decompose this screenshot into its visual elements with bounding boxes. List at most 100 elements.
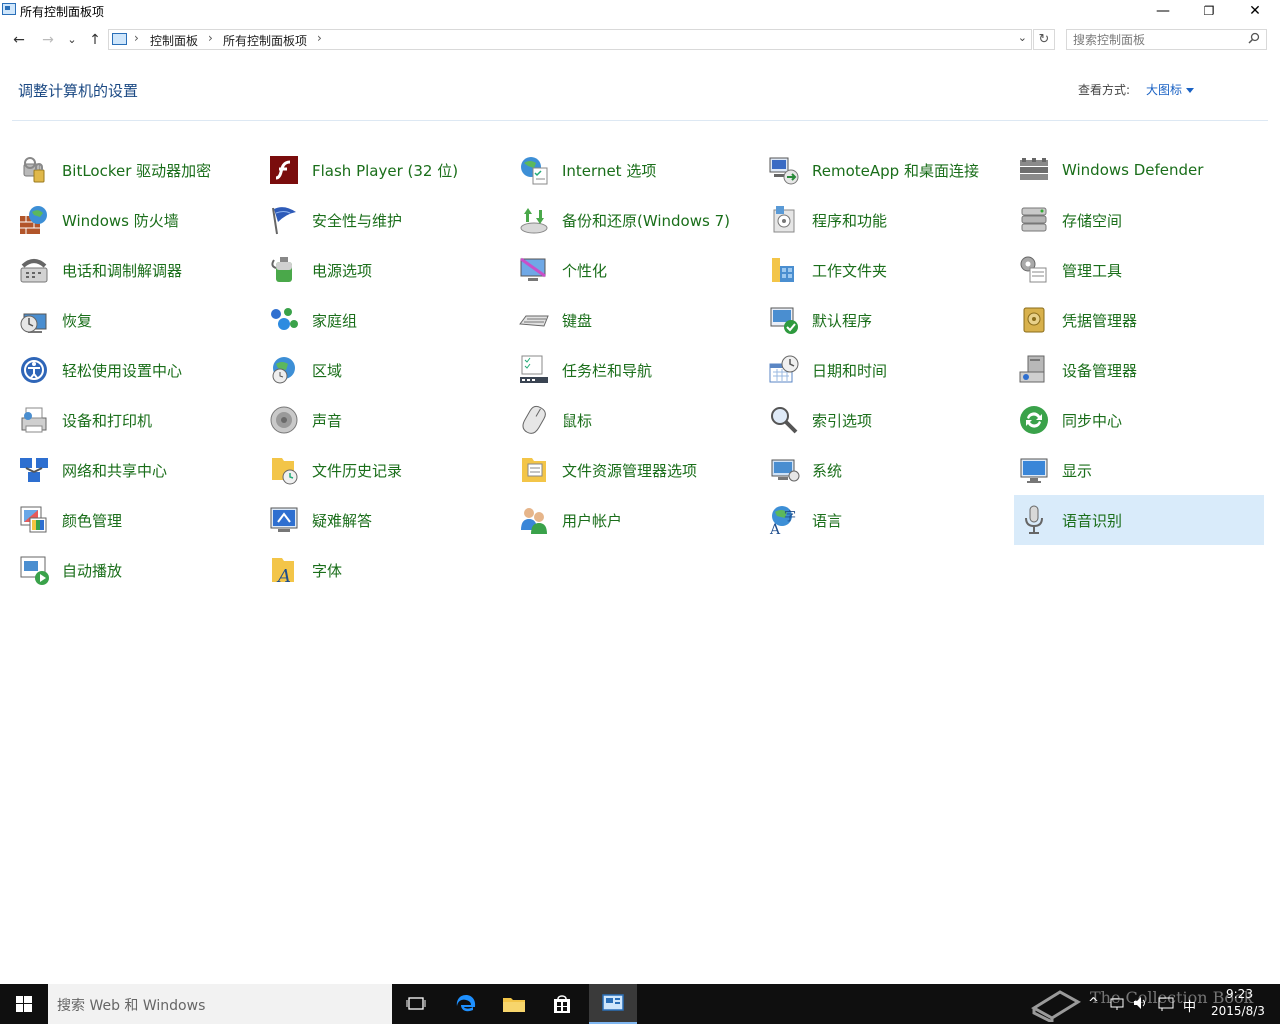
control-panel-item-label[interactable]: 凭据管理器 <box>1062 310 1137 331</box>
control-panel-item-label[interactable]: 文件历史记录 <box>312 460 402 481</box>
clock-time[interactable]: 9:23 <box>1226 987 1253 1001</box>
control-panel-item[interactable]: A 字体 <box>264 545 514 595</box>
control-panel-item[interactable]: 显示 <box>1014 445 1264 495</box>
address-dropdown-icon[interactable]: ⌄ <box>1018 31 1027 44</box>
color-management-icon[interactable] <box>18 504 50 536</box>
control-panel-item-label[interactable]: 系统 <box>812 460 842 481</box>
flash-player-icon[interactable] <box>268 154 300 186</box>
indexing-options-icon[interactable] <box>768 404 800 436</box>
search-icon[interactable] <box>1248 32 1260 47</box>
show-hidden-icons-icon[interactable]: ^ <box>1088 996 1099 1011</box>
devices-printers-icon[interactable] <box>18 404 50 436</box>
network-icon[interactable] <box>1110 998 1124 1010</box>
control-panel-item-label[interactable]: BitLocker 驱动器加密 <box>62 160 211 181</box>
control-panel-item[interactable]: 同步中心 <box>1014 395 1264 445</box>
control-panel-item-label[interactable]: 存储空间 <box>1062 210 1122 231</box>
control-panel-item[interactable]: 文件历史记录 <box>264 445 514 495</box>
control-panel-item-label[interactable]: 同步中心 <box>1062 410 1122 431</box>
control-panel-item-label[interactable]: 家庭组 <box>312 310 357 331</box>
admin-tools-icon[interactable] <box>1018 254 1050 286</box>
control-panel-item-label[interactable]: 自动播放 <box>62 560 122 581</box>
recovery-icon[interactable] <box>18 304 50 336</box>
control-panel-item-label[interactable]: Internet 选项 <box>562 160 656 181</box>
clock-date[interactable]: 2015/8/3 <box>1211 1004 1265 1018</box>
control-panel-taskbar-button[interactable] <box>589 984 637 1024</box>
control-panel-item-label[interactable]: 索引选项 <box>812 410 872 431</box>
edge-button[interactable] <box>442 984 490 1024</box>
remoteapp-icon[interactable] <box>768 154 800 186</box>
file-explorer-button[interactable] <box>490 984 538 1024</box>
control-panel-item[interactable]: 字 A 语言 <box>764 495 1014 545</box>
control-panel-item-label[interactable]: 语言 <box>812 510 842 531</box>
control-panel-item[interactable]: 设备管理器 <box>1014 345 1264 395</box>
control-panel-item[interactable]: 备份和还原(Windows 7) <box>514 195 764 245</box>
explorer-options-icon[interactable] <box>518 454 550 486</box>
control-panel-item-label[interactable]: 个性化 <box>562 260 607 281</box>
date-time-icon[interactable] <box>768 354 800 386</box>
firewall-icon[interactable] <box>18 204 50 236</box>
control-panel-item[interactable]: 存储空间 <box>1014 195 1264 245</box>
mouse-icon[interactable] <box>518 404 550 436</box>
control-panel-item-label[interactable]: Flash Player (32 位) <box>312 160 458 181</box>
control-panel-item[interactable]: 任务栏和导航 <box>514 345 764 395</box>
control-panel-item[interactable]: 网络和共享中心 <box>14 445 264 495</box>
control-panel-item[interactable]: 用户帐户 <box>514 495 764 545</box>
backup-icon[interactable] <box>518 204 550 236</box>
recent-locations-button[interactable]: ⌄ <box>62 30 82 50</box>
control-panel-item[interactable]: 索引选项 <box>764 395 1014 445</box>
store-bag-icon[interactable] <box>551 993 573 1015</box>
internet-options-icon[interactable] <box>518 154 550 186</box>
control-panel-item[interactable]: 电源选项 <box>264 245 514 295</box>
taskbar-navigation-icon[interactable] <box>518 354 550 386</box>
control-panel-item[interactable]: 安全性与维护 <box>264 195 514 245</box>
control-panel-item[interactable]: 疑难解答 <box>264 495 514 545</box>
control-panel-item-label[interactable]: 显示 <box>1062 460 1092 481</box>
power-options-icon[interactable] <box>268 254 300 286</box>
back-button[interactable]: ← <box>9 30 29 50</box>
control-panel-item[interactable]: Internet 选项 <box>514 145 764 195</box>
control-panel-item-label[interactable]: 颜色管理 <box>62 510 122 531</box>
volume-icon[interactable] <box>1133 996 1149 1010</box>
taskbar-search-placeholder[interactable]: 搜索 Web 和 Windows <box>57 995 205 1015</box>
control-panel-item-label[interactable]: 工作文件夹 <box>812 260 887 281</box>
control-panel-item[interactable]: RemoteApp 和桌面连接 <box>764 145 1014 195</box>
folder-icon[interactable] <box>502 994 526 1014</box>
breadcrumb-control-panel[interactable]: 控制面板 <box>150 32 198 49</box>
control-panel-item-label[interactable]: 网络和共享中心 <box>62 460 167 481</box>
control-panel-item-label[interactable]: 备份和还原(Windows 7) <box>562 210 730 231</box>
control-panel-icon[interactable] <box>601 993 625 1013</box>
speech-recognition-icon[interactable] <box>1018 504 1050 536</box>
control-panel-item-label[interactable]: Windows 防火墙 <box>62 210 179 231</box>
control-panel-item[interactable]: 颜色管理 <box>14 495 264 545</box>
control-panel-item-label[interactable]: RemoteApp 和桌面连接 <box>812 160 979 181</box>
control-panel-item-label[interactable]: 文件资源管理器选项 <box>562 460 697 481</box>
view-by-dropdown[interactable]: 大图标 <box>1146 81 1195 98</box>
storage-spaces-icon[interactable] <box>1018 204 1050 236</box>
control-panel-item[interactable]: 系统 <box>764 445 1014 495</box>
refresh-button[interactable]: ↻ <box>1033 29 1055 50</box>
control-panel-item[interactable]: 区域 <box>264 345 514 395</box>
keyboard-icon[interactable] <box>518 304 550 336</box>
action-center-icon[interactable] <box>1158 997 1174 1011</box>
control-panel-item-label[interactable]: 轻松使用设置中心 <box>62 360 182 381</box>
control-panel-item-label[interactable]: 语音识别 <box>1062 510 1122 531</box>
control-panel-item[interactable]: Flash Player (32 位) <box>264 145 514 195</box>
search-input[interactable] <box>1073 32 1243 47</box>
ease-of-access-icon[interactable] <box>18 354 50 386</box>
store-button[interactable] <box>538 984 586 1024</box>
homegroup-icon[interactable] <box>268 304 300 336</box>
start-button[interactable] <box>0 984 48 1024</box>
control-panel-item-label[interactable]: 疑难解答 <box>312 510 372 531</box>
control-panel-item-label[interactable]: 恢复 <box>62 310 92 331</box>
language-icon[interactable]: 字A <box>768 504 800 536</box>
control-panel-item-label[interactable]: 电话和调制解调器 <box>62 260 182 281</box>
phone-modem-icon[interactable] <box>18 254 50 286</box>
control-panel-item-label[interactable]: 设备和打印机 <box>62 410 152 431</box>
display-icon[interactable] <box>1018 454 1050 486</box>
control-panel-item-label[interactable]: Windows Defender <box>1062 161 1203 179</box>
control-panel-item-label[interactable]: 设备管理器 <box>1062 360 1137 381</box>
region-icon[interactable] <box>268 354 300 386</box>
control-panel-item[interactable]: Windows 防火墙 <box>14 195 264 245</box>
control-panel-item[interactable]: 轻松使用设置中心 <box>14 345 264 395</box>
control-panel-item-label[interactable]: 安全性与维护 <box>312 210 402 231</box>
